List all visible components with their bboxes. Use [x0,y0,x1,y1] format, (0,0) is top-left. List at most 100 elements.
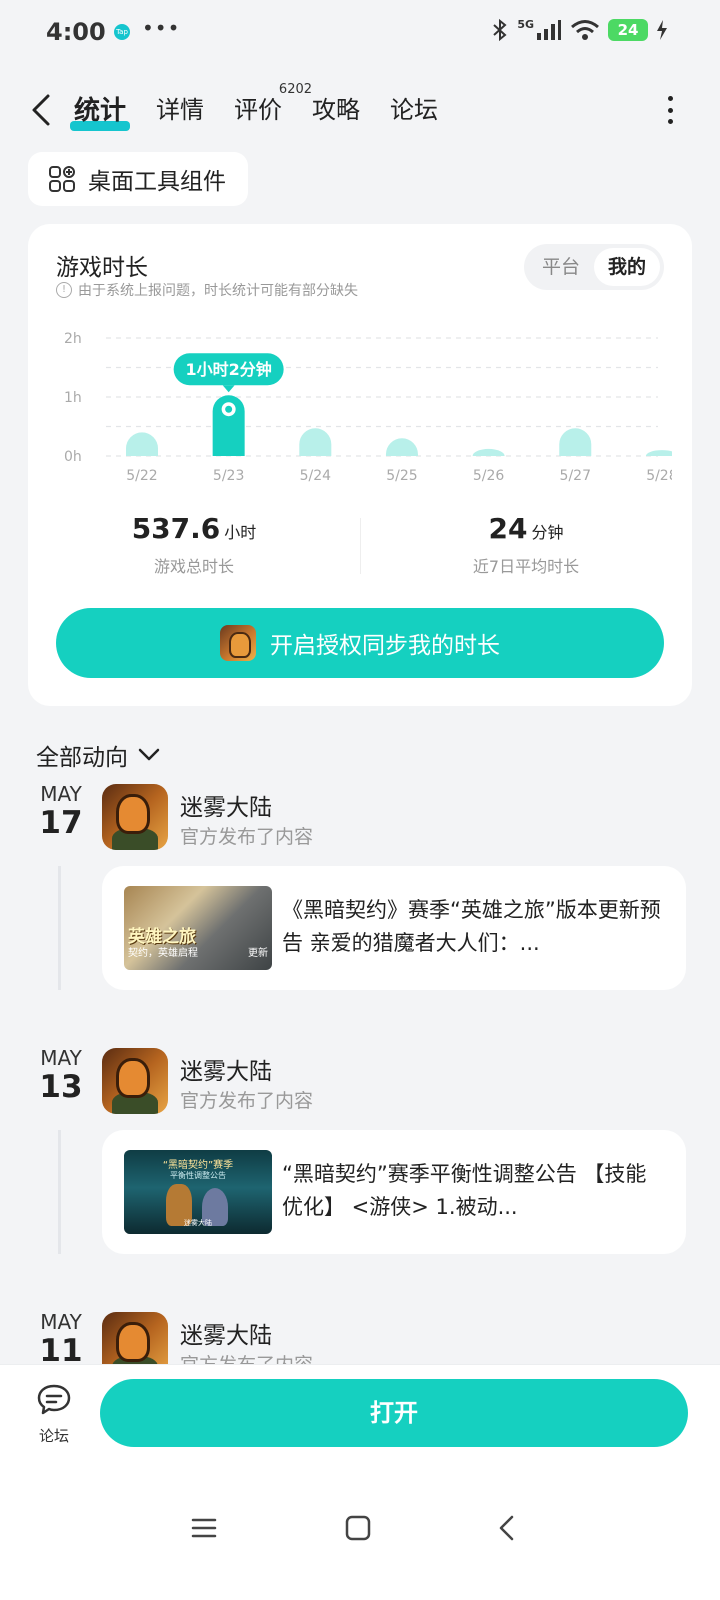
info-icon: ! [56,282,72,298]
x-tick-label: 5/23 [213,468,244,484]
top-nav: 统计 详情 评价 6202 攻略 论坛 [0,80,720,140]
sync-playtime-label: 开启授权同步我的时长 [270,633,500,659]
bottom-action-bar: 论坛 打开 [0,1364,720,1474]
post-text: 《黑暗契约》赛季“英雄之旅”版本更新预告 亲爱的猎魔者大人们：... [282,898,661,955]
segment-mine[interactable]: 我的 [593,248,660,286]
forum-chat-icon [37,1384,71,1415]
timeline-line [58,1130,61,1254]
network-label: 5G [517,18,534,31]
feed-date-month: MAY [40,1046,82,1070]
status-bar: 4:00 Tap ••• 5G 24 [0,0,720,64]
post-card[interactable]: 英雄之旅 契约，英雄启程 更新 《黑暗契约》赛季“英雄之旅”版本更新预告 亲爱的… [102,866,686,990]
feed-subtitle: 官方发布了内容 [180,1090,314,1112]
y-tick-label: 1h [64,390,82,406]
feed-date-day: 17 [39,805,83,841]
chart-bar [299,428,332,456]
tab-forum[interactable]: 论坛 [390,90,438,133]
feed-author[interactable]: 迷雾大陆 [180,788,272,822]
playtime-chart: 0h 1h 2h 5/22 1小时2分钟 5/23 5/24 5/25 5/26 5/27 5/28 [64,331,672,484]
thumbnail-tag: 更新 [248,948,268,959]
total-playtime-value: 537.6 [131,512,221,545]
system-nav-bar [0,1474,720,1600]
x-tick-label: 5/24 [300,468,332,484]
total-playtime: 537.6 小时 游戏总时长 [28,512,360,577]
tab-stats[interactable]: 统计 [69,90,131,133]
chart-bar [126,432,158,456]
desktop-widget-button[interactable]: 桌面工具组件 [28,152,248,206]
feed-date-day: 13 [39,1069,83,1105]
avatar[interactable] [102,1048,168,1114]
feed-filter-label: 全部动向 [36,745,128,771]
forum-label: 论坛 [38,1427,69,1445]
feed-date-month: MAY [40,1310,82,1334]
chart-bar [472,448,505,456]
thumbnail-title: “黑暗契约”赛季 [162,1160,234,1171]
forum-button[interactable]: 论坛 [30,1383,78,1446]
feed-author[interactable]: 迷雾大陆 [180,1052,272,1086]
x-tick-label: 5/27 [560,468,591,484]
status-time: 4:00 [46,18,106,46]
back-arrow-icon[interactable] [28,92,58,128]
tab-guides[interactable]: 攻略 [312,90,360,133]
system-back-icon[interactable] [494,1514,522,1542]
bar-marker-inner [225,405,233,413]
source-segment: 平台 我的 [523,244,664,290]
x-tick-label: 5/26 [473,468,505,484]
total-playtime-label: 游戏总时长 [153,557,234,576]
feed-subtitle: 官方发布了内容 [180,826,314,848]
playtime-card: 游戏时长 ! 由于系统上报问题，时长统计可能有部分缺失 平台 我的 0h 1h 2h… [28,224,692,706]
avatar[interactable] [102,784,168,850]
thumbnail-subtitle: 平衡性调整公告 [170,1171,226,1180]
open-game-button[interactable]: 打开 [100,1379,688,1447]
chart-bar [385,438,418,456]
desktop-widget-label: 桌面工具组件 [88,169,226,195]
charging-icon [657,20,667,40]
playtime-title: 游戏时长 [56,255,148,281]
home-icon[interactable] [344,1514,372,1542]
tab-reviews[interactable]: 评价 6202 [234,82,312,133]
more-options-icon[interactable] [666,96,674,124]
feed-filter-dropdown[interactable]: 全部动向 [36,738,160,772]
tab-details[interactable]: 详情 [156,90,204,133]
recent-apps-icon[interactable] [190,1514,218,1542]
avg-playtime-label: 近7日平均时长 [472,557,580,576]
post-card[interactable]: “黑暗契约”赛季 平衡性调整公告 迷雾大陆 “黑暗契约”赛季平衡性调整公告 【技… [102,1130,686,1254]
segment-platform[interactable]: 平台 [528,248,594,286]
tab-bar: 统计 详情 评价 6202 攻略 论坛 [69,82,438,133]
feed-date: MAY 17 [36,782,86,840]
avg-playtime: 24 分钟 近7日平均时长 [360,512,692,577]
feed-date-day: 11 [39,1333,83,1369]
total-playtime-unit: 小时 [224,523,257,542]
status-icons: 5G 24 [491,18,668,42]
post-thumbnail: 英雄之旅 契约，英雄启程 更新 [124,886,272,970]
y-tick-label: 0h [64,449,82,465]
playtime-totals: 537.6 小时 游戏总时长 24 分钟 近7日平均时长 [28,512,692,592]
x-tick-label: 5/28 [646,468,672,484]
wifi-icon [571,20,599,40]
x-tick-label: 5/22 [126,468,157,484]
sync-playtime-button[interactable]: 开启授权同步我的时长 [56,608,664,678]
playtime-hint-text: 由于系统上报问题，时长统计可能有部分缺失 [78,283,358,299]
tooltip-pointer [222,385,235,393]
post-thumbnail: “黑暗契约”赛季 平衡性调整公告 迷雾大陆 [124,1150,272,1234]
game-icon [220,625,256,661]
chart-bar [559,428,592,456]
tab-reviews-label: 评价 [234,96,283,124]
feed-date-month: MAY [40,782,82,806]
avg-playtime-unit: 分钟 [531,523,564,542]
avg-playtime-value: 24 [488,512,528,545]
post-text: “黑暗契约”赛季平衡性调整公告 【技能优化】 <游侠> 1.被动... [282,1162,647,1219]
chart-bar [645,450,672,456]
y-tick-label: 2h [64,331,82,347]
timeline-line [58,866,61,990]
more-notifications-icon: ••• [142,16,181,40]
x-tick-label: 5/25 [386,468,417,484]
playtime-hint: ! 由于系统上报问题，时长统计可能有部分缺失 [56,280,358,300]
feed-author[interactable]: 迷雾大陆 [180,1316,272,1350]
taptap-notification-icon: Tap [114,24,130,40]
bluetooth-icon [493,18,507,42]
thumbnail-logo: 迷雾大陆 [184,1219,212,1227]
battery-indicator: 24 [608,19,648,41]
grid-plus-icon [49,166,75,192]
chevron-down-icon [138,748,160,761]
